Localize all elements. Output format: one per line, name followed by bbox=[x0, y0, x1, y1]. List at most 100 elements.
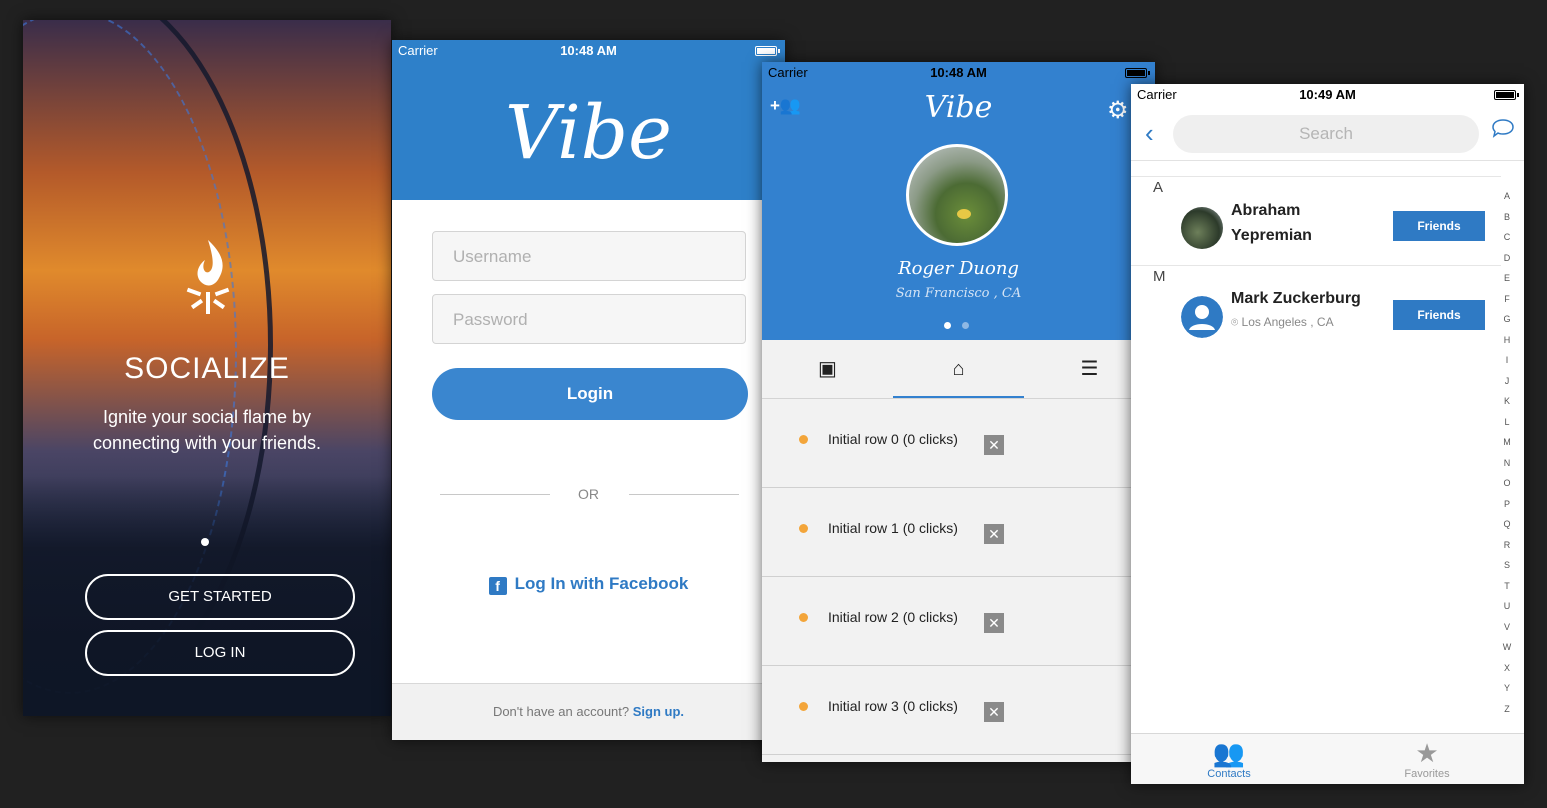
profile-tabs: ▣ ⌂ ☰ bbox=[762, 340, 1155, 399]
gear-icon[interactable]: ⚙ bbox=[1107, 96, 1129, 125]
close-icon[interactable]: ✕ bbox=[984, 702, 1004, 722]
contact-location-text: Los Angeles , CA bbox=[1241, 315, 1334, 329]
index-letter[interactable]: K bbox=[1501, 391, 1513, 412]
star-icon: ★ bbox=[1415, 738, 1439, 768]
vibe-title: Vibe bbox=[924, 90, 993, 125]
index-letter[interactable]: G bbox=[1501, 309, 1513, 330]
profile-header: Carrier 10:48 AM +👥 Vibe ⚙ Roger Duong S… bbox=[762, 62, 1155, 340]
clock: 10:49 AM bbox=[1299, 87, 1356, 102]
index-letter[interactable]: T bbox=[1501, 576, 1513, 597]
password-field[interactable]: Password bbox=[432, 294, 746, 344]
index-letter[interactable]: R bbox=[1501, 535, 1513, 556]
index-letter[interactable]: L bbox=[1501, 412, 1513, 433]
index-letter[interactable]: P bbox=[1501, 494, 1513, 515]
index-letter[interactable]: D bbox=[1501, 248, 1513, 269]
battery-icon bbox=[1494, 90, 1519, 100]
index-letter[interactable]: C bbox=[1501, 227, 1513, 248]
tab-contacts-label: Contacts bbox=[1207, 768, 1251, 780]
list-item[interactable]: Initial row 2 (0 clicks) ✕ bbox=[762, 577, 1155, 666]
list-item[interactable]: Initial row 1 (0 clicks) ✕ bbox=[762, 488, 1155, 577]
row-label: Initial row 2 (0 clicks) bbox=[828, 609, 958, 625]
index-letter[interactable]: A bbox=[1501, 186, 1513, 207]
vibe-logo: Vibe bbox=[505, 90, 672, 176]
search-input[interactable]: Search bbox=[1173, 115, 1479, 153]
login-button[interactable]: Login bbox=[432, 368, 748, 420]
no-account-text: Don't have an account? bbox=[492, 704, 630, 719]
alphabet-index[interactable]: ABCDEFGHIJKLMNOPQRSTUVWXYZ bbox=[1501, 186, 1513, 719]
index-letter[interactable]: F bbox=[1501, 289, 1513, 310]
index-letter[interactable]: E bbox=[1501, 268, 1513, 289]
contact-card-icon[interactable]: ▣ bbox=[762, 340, 893, 398]
chevron-left-icon[interactable]: ‹ bbox=[1145, 118, 1154, 149]
index-letter[interactable]: Y bbox=[1501, 678, 1513, 699]
friends-button[interactable]: Friends bbox=[1393, 211, 1485, 241]
index-letter[interactable]: I bbox=[1501, 350, 1513, 371]
page-indicator bbox=[944, 316, 980, 334]
facebook-login-link[interactable]: f Log In with Facebook bbox=[392, 574, 785, 595]
index-letter[interactable]: Q bbox=[1501, 514, 1513, 535]
status-dot bbox=[799, 524, 808, 533]
app-tagline: Ignite your social flame by connecting w… bbox=[92, 407, 322, 453]
facebook-icon: f bbox=[488, 577, 507, 595]
index-letter[interactable]: H bbox=[1501, 330, 1513, 351]
row-label: Initial row 3 (0 clicks) bbox=[828, 698, 958, 714]
status-bar: Carrier 10:49 AM bbox=[1131, 84, 1524, 106]
clock: 10:48 AM bbox=[560, 43, 617, 58]
list-item[interactable]: Initial row 3 (0 clicks) ✕ bbox=[762, 666, 1155, 755]
tab-bar: 👥 Contacts ★ Favorites bbox=[1131, 733, 1524, 784]
list-item[interactable]: Initial row 0 (0 clicks) ✕ bbox=[762, 399, 1155, 488]
contact-name: Mark Zuckerburg bbox=[1231, 290, 1361, 307]
index-letter[interactable]: S bbox=[1501, 555, 1513, 576]
status-dot bbox=[799, 613, 808, 622]
get-started-button[interactable]: GET STARTED bbox=[85, 574, 355, 620]
search-bar-row: ‹ Search bbox=[1131, 108, 1524, 161]
index-letter[interactable]: B bbox=[1501, 207, 1513, 228]
friends-button[interactable]: Friends bbox=[1393, 300, 1485, 330]
contact-location: ⌾ Los Angeles , CA bbox=[1231, 315, 1334, 330]
row-label: Initial row 1 (0 clicks) bbox=[828, 520, 958, 536]
close-icon[interactable]: ✕ bbox=[984, 435, 1004, 455]
close-icon[interactable]: ✕ bbox=[984, 613, 1004, 633]
default-avatar-icon bbox=[1181, 296, 1223, 338]
tab-contacts[interactable]: 👥 Contacts bbox=[1159, 738, 1299, 780]
contact-name: Abraham Yepremian bbox=[1231, 198, 1312, 248]
battery-icon bbox=[1125, 68, 1150, 78]
chat-bubble-icon[interactable] bbox=[1491, 118, 1515, 138]
index-letter[interactable]: Z bbox=[1501, 699, 1513, 720]
profile-name: Roger Duong bbox=[898, 258, 1019, 279]
index-letter[interactable]: N bbox=[1501, 453, 1513, 474]
profile-location: San Francisco , CA bbox=[895, 286, 1022, 301]
or-separator: OR bbox=[578, 486, 599, 502]
tab-favorites-label: Favorites bbox=[1404, 768, 1450, 780]
index-letter[interactable]: W bbox=[1501, 637, 1513, 658]
index-letter[interactable]: U bbox=[1501, 596, 1513, 617]
socialize-splash-screen: SOCIALIZE Ignite your social flame by co… bbox=[23, 20, 391, 716]
location-pin-icon: ⌾ bbox=[1231, 315, 1239, 329]
facebook-login-label: Log In with Facebook bbox=[514, 574, 689, 593]
index-letter[interactable]: V bbox=[1501, 617, 1513, 638]
contact-row[interactable]: Abraham Yepremian Friends bbox=[1131, 198, 1501, 264]
contacts-icon: 👥 bbox=[1212, 738, 1246, 768]
contact-last-name: Yepremian bbox=[1231, 227, 1312, 244]
signup-footer: Don't have an account? Sign up. bbox=[392, 683, 785, 740]
battery-icon bbox=[755, 46, 780, 56]
sign-up-link[interactable]: Sign up. bbox=[633, 704, 684, 719]
section-header-m: M bbox=[1131, 265, 1501, 287]
index-letter[interactable]: J bbox=[1501, 371, 1513, 392]
index-letter[interactable]: M bbox=[1501, 432, 1513, 453]
status-dot bbox=[799, 435, 808, 444]
tab-favorites[interactable]: ★ Favorites bbox=[1357, 738, 1497, 780]
contact-row[interactable]: Mark Zuckerburg ⌾ Los Angeles , CA Frien… bbox=[1131, 287, 1501, 353]
profile-avatar bbox=[906, 144, 1008, 246]
log-in-button[interactable]: LOG IN bbox=[85, 630, 355, 676]
index-letter[interactable]: O bbox=[1501, 473, 1513, 494]
clock: 10:48 AM bbox=[930, 65, 987, 80]
close-icon[interactable]: ✕ bbox=[984, 524, 1004, 544]
avatar bbox=[1181, 207, 1223, 249]
contact-first-name: Abraham bbox=[1231, 202, 1301, 219]
home-icon[interactable]: ⌂ bbox=[893, 340, 1024, 398]
vibe-profile-screen: Carrier 10:48 AM +👥 Vibe ⚙ Roger Duong S… bbox=[762, 62, 1155, 762]
status-bar: Carrier 10:48 AM bbox=[762, 62, 1155, 84]
username-field[interactable]: Username bbox=[432, 231, 746, 281]
index-letter[interactable]: X bbox=[1501, 658, 1513, 679]
